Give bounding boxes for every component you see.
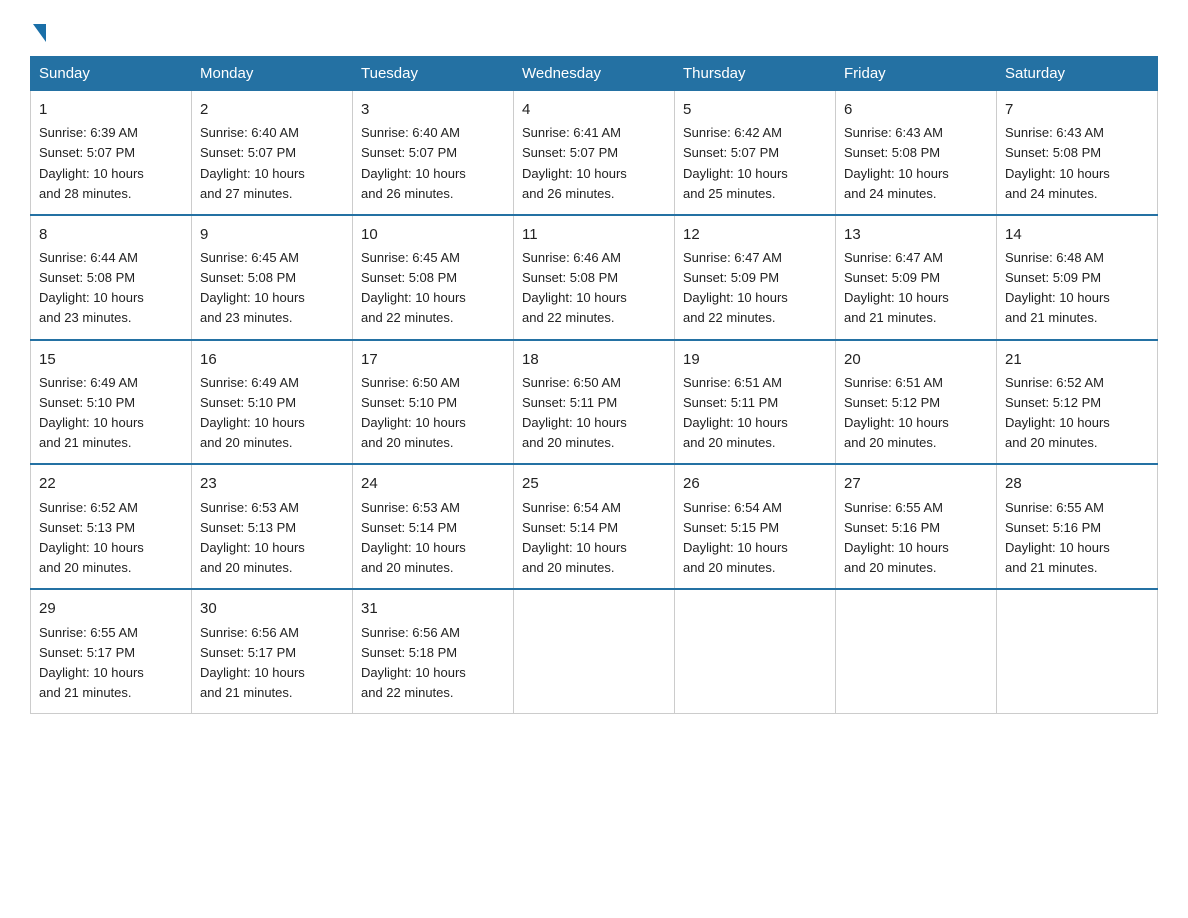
calendar-cell: 18Sunrise: 6:50 AMSunset: 5:11 PMDayligh… — [514, 340, 675, 465]
day-number: 28 — [1005, 472, 1149, 495]
calendar-cell: 16Sunrise: 6:49 AMSunset: 5:10 PMDayligh… — [192, 340, 353, 465]
calendar-cell: 13Sunrise: 6:47 AMSunset: 5:09 PMDayligh… — [836, 215, 997, 340]
day-number: 6 — [844, 98, 988, 121]
day-number: 18 — [522, 348, 666, 371]
calendar-cell: 30Sunrise: 6:56 AMSunset: 5:17 PMDayligh… — [192, 589, 353, 713]
column-header-tuesday: Tuesday — [353, 57, 514, 91]
logo-arrow-icon — [33, 24, 46, 42]
calendar-cell: 10Sunrise: 6:45 AMSunset: 5:08 PMDayligh… — [353, 215, 514, 340]
calendar-cell: 14Sunrise: 6:48 AMSunset: 5:09 PMDayligh… — [997, 215, 1158, 340]
calendar-cell: 25Sunrise: 6:54 AMSunset: 5:14 PMDayligh… — [514, 464, 675, 589]
day-number: 7 — [1005, 98, 1149, 121]
calendar-cell: 2Sunrise: 6:40 AMSunset: 5:07 PMDaylight… — [192, 91, 353, 215]
day-number: 19 — [683, 348, 827, 371]
calendar-week-row: 15Sunrise: 6:49 AMSunset: 5:10 PMDayligh… — [31, 340, 1158, 465]
calendar-week-row: 8Sunrise: 6:44 AMSunset: 5:08 PMDaylight… — [31, 215, 1158, 340]
day-number: 29 — [39, 597, 183, 620]
page-header — [30, 20, 1158, 38]
calendar-cell — [675, 589, 836, 713]
day-number: 11 — [522, 223, 666, 246]
day-number: 25 — [522, 472, 666, 495]
day-number: 8 — [39, 223, 183, 246]
calendar-cell: 24Sunrise: 6:53 AMSunset: 5:14 PMDayligh… — [353, 464, 514, 589]
calendar-cell: 21Sunrise: 6:52 AMSunset: 5:12 PMDayligh… — [997, 340, 1158, 465]
calendar-cell — [997, 589, 1158, 713]
day-number: 14 — [1005, 223, 1149, 246]
column-header-friday: Friday — [836, 57, 997, 91]
logo — [30, 20, 46, 38]
calendar-cell: 29Sunrise: 6:55 AMSunset: 5:17 PMDayligh… — [31, 589, 192, 713]
day-number: 26 — [683, 472, 827, 495]
day-number: 27 — [844, 472, 988, 495]
calendar-cell: 12Sunrise: 6:47 AMSunset: 5:09 PMDayligh… — [675, 215, 836, 340]
calendar-cell: 5Sunrise: 6:42 AMSunset: 5:07 PMDaylight… — [675, 91, 836, 215]
calendar-cell: 3Sunrise: 6:40 AMSunset: 5:07 PMDaylight… — [353, 91, 514, 215]
calendar-cell — [836, 589, 997, 713]
calendar-cell: 1Sunrise: 6:39 AMSunset: 5:07 PMDaylight… — [31, 91, 192, 215]
day-number: 31 — [361, 597, 505, 620]
day-number: 4 — [522, 98, 666, 121]
day-number: 21 — [1005, 348, 1149, 371]
day-number: 10 — [361, 223, 505, 246]
day-number: 3 — [361, 98, 505, 121]
day-number: 17 — [361, 348, 505, 371]
calendar-header-row: SundayMondayTuesdayWednesdayThursdayFrid… — [31, 57, 1158, 91]
calendar-table: SundayMondayTuesdayWednesdayThursdayFrid… — [30, 56, 1158, 714]
day-number: 1 — [39, 98, 183, 121]
column-header-saturday: Saturday — [997, 57, 1158, 91]
day-number: 5 — [683, 98, 827, 121]
calendar-week-row: 22Sunrise: 6:52 AMSunset: 5:13 PMDayligh… — [31, 464, 1158, 589]
day-number: 16 — [200, 348, 344, 371]
calendar-cell: 19Sunrise: 6:51 AMSunset: 5:11 PMDayligh… — [675, 340, 836, 465]
calendar-cell: 4Sunrise: 6:41 AMSunset: 5:07 PMDaylight… — [514, 91, 675, 215]
day-number: 24 — [361, 472, 505, 495]
calendar-cell: 27Sunrise: 6:55 AMSunset: 5:16 PMDayligh… — [836, 464, 997, 589]
calendar-cell: 26Sunrise: 6:54 AMSunset: 5:15 PMDayligh… — [675, 464, 836, 589]
day-number: 20 — [844, 348, 988, 371]
calendar-cell: 28Sunrise: 6:55 AMSunset: 5:16 PMDayligh… — [997, 464, 1158, 589]
day-number: 2 — [200, 98, 344, 121]
calendar-cell: 11Sunrise: 6:46 AMSunset: 5:08 PMDayligh… — [514, 215, 675, 340]
day-number: 22 — [39, 472, 183, 495]
calendar-cell — [514, 589, 675, 713]
column-header-monday: Monday — [192, 57, 353, 91]
day-number: 12 — [683, 223, 827, 246]
calendar-week-row: 1Sunrise: 6:39 AMSunset: 5:07 PMDaylight… — [31, 91, 1158, 215]
calendar-cell: 6Sunrise: 6:43 AMSunset: 5:08 PMDaylight… — [836, 91, 997, 215]
calendar-cell: 17Sunrise: 6:50 AMSunset: 5:10 PMDayligh… — [353, 340, 514, 465]
calendar-week-row: 29Sunrise: 6:55 AMSunset: 5:17 PMDayligh… — [31, 589, 1158, 713]
day-number: 23 — [200, 472, 344, 495]
calendar-cell: 8Sunrise: 6:44 AMSunset: 5:08 PMDaylight… — [31, 215, 192, 340]
calendar-cell: 23Sunrise: 6:53 AMSunset: 5:13 PMDayligh… — [192, 464, 353, 589]
day-number: 15 — [39, 348, 183, 371]
column-header-sunday: Sunday — [31, 57, 192, 91]
day-number: 13 — [844, 223, 988, 246]
calendar-cell: 31Sunrise: 6:56 AMSunset: 5:18 PMDayligh… — [353, 589, 514, 713]
day-number: 30 — [200, 597, 344, 620]
calendar-cell: 22Sunrise: 6:52 AMSunset: 5:13 PMDayligh… — [31, 464, 192, 589]
calendar-cell: 20Sunrise: 6:51 AMSunset: 5:12 PMDayligh… — [836, 340, 997, 465]
calendar-cell: 9Sunrise: 6:45 AMSunset: 5:08 PMDaylight… — [192, 215, 353, 340]
day-number: 9 — [200, 223, 344, 246]
calendar-cell: 7Sunrise: 6:43 AMSunset: 5:08 PMDaylight… — [997, 91, 1158, 215]
column-header-thursday: Thursday — [675, 57, 836, 91]
calendar-cell: 15Sunrise: 6:49 AMSunset: 5:10 PMDayligh… — [31, 340, 192, 465]
column-header-wednesday: Wednesday — [514, 57, 675, 91]
